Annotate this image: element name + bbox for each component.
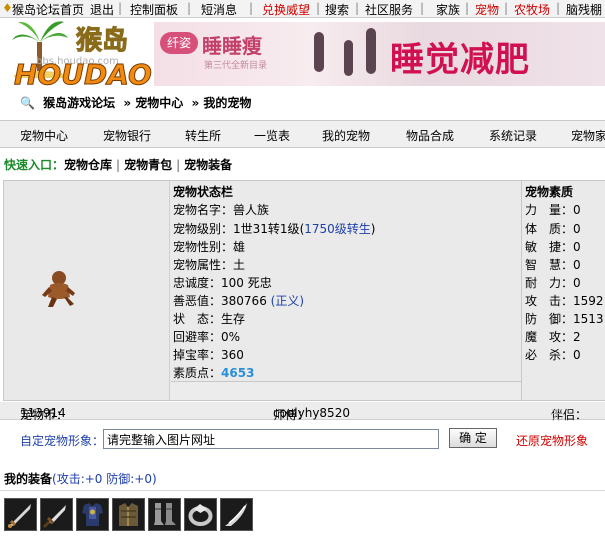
nav-sep: | [504,1,509,15]
quick-sep: | [176,158,181,172]
status-state: 状 态：生存 [173,312,246,326]
nav-pets[interactable]: 宠物 [475,1,499,17]
pet-panel: 宠物状态栏 宠物名字：兽人族 宠物级别：1世31转1级(1750级转生) 宠物性… [3,180,605,401]
status-drop: 掉宝率：360 [173,348,244,362]
custom-image-label: 自定宠物形象： [20,434,105,448]
attr-endurance: 耐 力：0 [525,276,581,290]
model-figure [314,32,324,72]
nav-farm[interactable]: 农牧场 [514,1,550,17]
attributes-title: 宠物素质 [525,185,574,199]
armor-icon[interactable] [76,498,109,531]
equipment-title: 我的装备 [4,472,53,486]
divider [0,490,605,491]
image-url-input[interactable] [103,429,439,449]
status-level: 宠物级别：1世31转1级(1750级转生) [173,222,376,236]
dagger-icon[interactable] [40,498,73,531]
attr-critical: 必 杀：0 [525,348,581,362]
banner: 猴岛 bbs.houdao.com HOUDAO 纤姿 睡睡瘦 第三代全新目录 … [0,18,605,92]
quick-entry: 快速入口：宠物仓库 | 宠物青包 | 宠物装备 [4,156,232,173]
status-footer [171,381,521,400]
tab-bar: 宠物中心 宠物银行 转生所 一览表 我的宠物 物品合成 系统记录 宠物家 [0,120,605,148]
nav-sep: | [420,1,425,15]
tab-overview[interactable]: 一览表 [254,127,290,144]
attr-constitution: 体 质：0 [525,222,581,236]
ad-brand: 纤姿 [160,32,198,54]
confirm-button[interactable]: 确 定 [449,428,497,448]
custom-image-row: 自定宠物形象： 确 定 还原宠物形象 [0,424,605,454]
rebirth-link[interactable]: 1750级转生 [304,222,371,236]
breadcrumb-forum[interactable]: 猴岛游戏论坛 [43,96,115,110]
nav-shed[interactable]: 脑残棚 [566,1,602,17]
restore-image-link[interactable]: 还原宠物形象 [516,432,588,449]
attr-wisdom: 智 慧：0 [525,258,581,272]
nav-messages[interactable]: 短消息 [201,1,237,17]
site-logo[interactable]: 猴岛 bbs.houdao.com HOUDAO [6,18,154,92]
status-loyalty: 忠诚度：100 死忠 [173,276,272,290]
nav-sep: | [556,1,561,15]
nav-sep: | [187,1,192,15]
model-figure [344,40,353,76]
equipment-header: 我的装备(攻击:+0 防御:+0) [4,470,157,487]
pet-attributes: 宠物素质 力 量：0 体 质：0 敏 捷：0 智 慧：0 耐 力：0 攻 击：1… [521,181,605,400]
attr-magic-attack: 魔 攻：2 [525,330,581,344]
nav-control-panel[interactable]: 控制面板 [130,1,178,17]
ad-banner[interactable]: 纤姿 睡睡瘦 第三代全新目录 睡觉减肥 [154,22,605,86]
nav-sep: | [118,1,123,15]
magnifier-icon: 🔍 [20,96,35,110]
equipment-stats: (攻击:+0 防御:+0) [52,472,157,486]
pet-info-bar: 宠物币： 113914 师傅： coolyhy8520 伴侣：无 [0,402,605,422]
breadcrumb: 🔍 猴岛游戏论坛 » 宠物中心 » 我的宠物 [20,94,255,111]
tab-rebirth[interactable]: 转生所 [185,127,221,144]
nav-community[interactable]: 社区服务 [365,1,413,17]
nav-sep: | [249,1,254,15]
ad-subtitle: 第三代全新目录 [204,61,268,71]
pet-avatar [42,271,75,307]
nav-sep: | [465,1,470,15]
nav-sep: | [355,1,360,15]
tab-my-pet[interactable]: 我的宠物 [322,127,370,144]
sword-icon[interactable] [4,498,37,531]
logo-en: HOUDAO [14,58,153,92]
status-good-evil: 善恶值：380766 (正义) [173,294,305,308]
ad-slogan: 睡睡瘦 [202,34,262,58]
nav-home[interactable]: 猴岛论坛首页 [12,1,84,17]
status-dodge: 回避率：0% [173,330,241,344]
top-nav: ♦ 猴岛论坛首页 退出 | 控制面板 | 短消息 | 兑换威望 | 搜索 | 社… [0,0,605,18]
quick-link-equipment[interactable]: 宠物装备 [184,158,232,172]
breadcrumb-my-pet[interactable]: » 我的宠物 [191,96,251,110]
vest-icon[interactable] [112,498,145,531]
attr-strength: 力 量：0 [525,203,581,217]
tab-pet-bank[interactable]: 宠物银行 [103,127,151,144]
nav-sep: | [316,1,321,15]
pet-avatar-box [4,181,170,400]
attr-agility: 敏 捷：0 [525,240,581,254]
model-figure [366,28,376,74]
attr-defense: 防 御：1513 [525,312,604,326]
tab-synthesis[interactable]: 物品合成 [406,127,454,144]
nav-search[interactable]: 搜索 [325,1,349,17]
quick-link-warehouse[interactable]: 宠物仓库 [64,158,112,172]
status-name: 宠物名字：兽人族 [173,203,270,217]
ring-icon[interactable] [184,498,217,531]
quick-sep: | [116,158,121,172]
breadcrumb-pet-center[interactable]: » 宠物中心 [123,96,183,110]
boots-icon[interactable] [148,498,181,531]
ad-headline: 睡觉减肥 [390,40,530,80]
quick-link-bag[interactable]: 宠物青包 [124,158,172,172]
status-quality: 素质点：4653 [173,366,255,380]
pet-status: 宠物状态栏 宠物名字：兽人族 宠物级别：1世31转1级(1750级转生) 宠物性… [171,181,521,400]
status-title: 宠物状态栏 [173,185,234,199]
status-attr: 宠物属性：土 [173,258,246,272]
blade-icon[interactable] [220,498,253,531]
nav-exchange[interactable]: 兑换威望 [262,1,310,17]
logo-cn: 猴岛 [75,26,129,57]
attr-attack: 攻 击：1592 [525,294,604,308]
nav-logout[interactable]: 退出 [90,1,114,17]
status-gender: 宠物性别：雄 [173,240,246,254]
quick-entry-label: 快速入口： [4,158,65,172]
tab-records[interactable]: 系统记录 [489,127,537,144]
tab-pet-home[interactable]: 宠物家 [571,127,605,144]
nav-family[interactable]: 家族 [436,1,460,17]
tab-pet-center[interactable]: 宠物中心 [20,127,68,144]
